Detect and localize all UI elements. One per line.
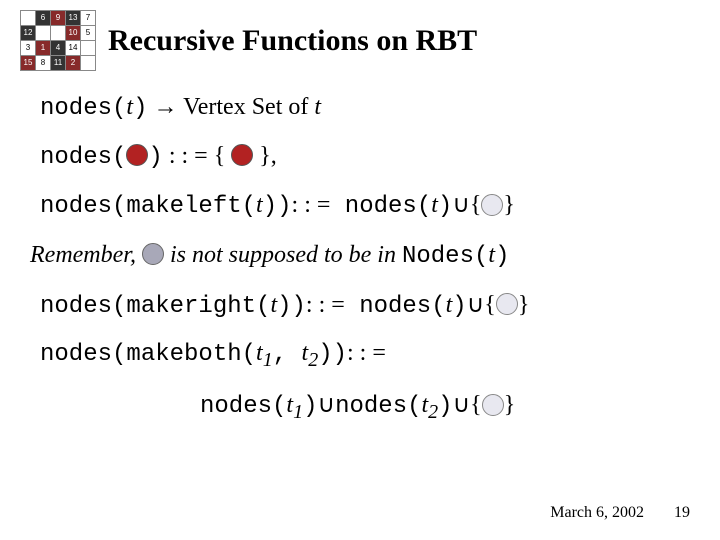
- number-grid-icon: 69137 12105 31414 158112: [20, 10, 96, 71]
- def-line-1: nodes(t) → Vertex Set of t: [40, 91, 690, 126]
- footer-date: March 6, 2002: [550, 504, 644, 522]
- def-line-3: nodes(makeleft(t)): : = nodes(t)∪{}: [40, 188, 690, 224]
- def-line-2: nodes() : : = { },: [40, 140, 690, 175]
- slide: 69137 12105 31414 158112 Recursive Funct…: [0, 0, 720, 450]
- slide-title: Recursive Functions on RBT: [108, 24, 477, 58]
- grey-node-icon: [142, 243, 164, 265]
- red-node-icon: [126, 144, 148, 166]
- remember-note: Remember, is not supposed to be in Nodes…: [30, 242, 690, 270]
- light-node-icon: [496, 293, 518, 315]
- header: 69137 12105 31414 158112 Recursive Funct…: [20, 10, 690, 71]
- def-line-6: nodes(makeboth(t1, t2)): : =: [40, 337, 690, 374]
- red-node-icon: [231, 144, 253, 166]
- def-line-5: nodes(makeright(t)): : = nodes(t)∪{}: [40, 288, 690, 324]
- light-node-icon: [482, 394, 504, 416]
- def-line-7: nodes(t1)∪nodes(t2)∪{}: [200, 388, 690, 426]
- footer: March 6, 2002 19: [550, 504, 690, 522]
- page-number: 19: [674, 504, 690, 522]
- light-node-icon: [481, 194, 503, 216]
